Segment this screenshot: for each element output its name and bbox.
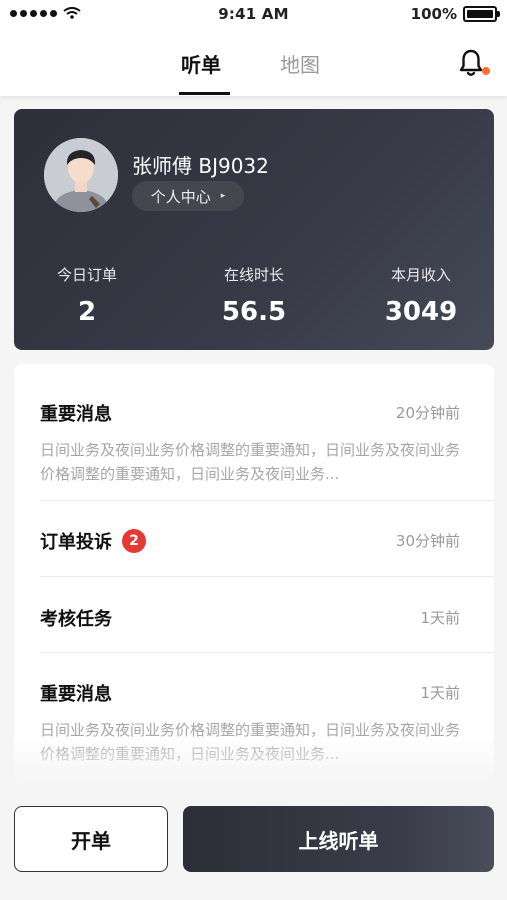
bell-icon[interactable] [458,48,484,78]
battery-percent: 100% [410,5,457,23]
list-item-important-message[interactable]: 重要消息 20分钟前 日间业务及夜间业务价格调整的重要通知，日间业务及夜间业务价… [40,400,494,486]
message-time: 20分钟前 [395,404,460,422]
battery-group: 100% [410,5,500,23]
avatar[interactable] [44,138,118,212]
list-item-order-complaint[interactable]: 订单投诉 2 30分钟前 [40,528,494,554]
stat-online-hours: 在线时长 56.5 [184,264,324,327]
app-screen: 9:41 AM 100% 听单 地图 张师傅 BJ9032 个人中心 ▸ 今日订… [0,0,507,900]
divider [40,652,494,653]
driver-avatar-icon [44,138,118,212]
message-time: 30分钟前 [395,532,460,550]
message-body: 日间业务及夜间业务价格调整的重要通知，日间业务及夜间业务价格调整的重要通知，日间… [40,441,461,483]
message-time: 1天前 [420,609,460,627]
status-bar: 9:41 AM 100% [0,0,507,28]
personal-center-button[interactable]: 个人中心 ▸ [132,181,244,211]
notification-dot [482,67,490,75]
stat-label: 今日订单 [56,266,117,284]
stat-monthly-income: 本月收入 3049 [351,264,491,327]
top-navigation: 听单 地图 [0,28,507,96]
tab-map[interactable]: 地图 [280,49,320,78]
message-title: 订单投诉 [40,532,112,553]
active-tab-indicator [179,92,230,95]
tab-listen-orders[interactable]: 听单 [181,49,221,78]
open-order-button[interactable]: 开单 [14,806,168,872]
message-time: 1天前 [420,684,460,702]
message-list: 重要消息 20分钟前 日间业务及夜间业务价格调整的重要通知，日间业务及夜间业务价… [14,364,494,784]
go-online-button[interactable]: 上线听单 [183,806,494,872]
battery-icon [463,6,500,22]
stat-value: 3049 [384,297,458,327]
list-item-assessment-task[interactable]: 考核任务 1天前 [40,605,494,631]
divider [40,576,494,577]
divider [40,500,494,501]
driver-name: 张师傅 BJ9032 [132,154,269,178]
stat-value: 56.5 [221,297,287,327]
unread-count-badge: 2 [122,529,146,553]
chevron-right-icon: ▸ [220,191,226,201]
stat-value: 2 [77,297,97,327]
stat-label: 在线时长 [223,266,284,284]
stat-label: 本月收入 [390,266,451,284]
personal-center-label: 个人中心 [150,187,211,206]
profile-card: 张师傅 BJ9032 个人中心 ▸ 今日订单 2 在线时长 56.5 本月收入 … [14,109,494,350]
stat-today-orders: 今日订单 2 [17,264,157,327]
scroll-fade [14,734,494,784]
